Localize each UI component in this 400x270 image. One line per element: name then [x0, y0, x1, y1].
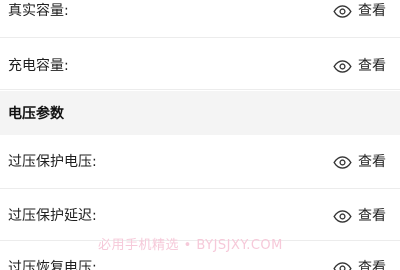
overvoltage-protection-voltage-label: 过压保护电压:	[8, 154, 97, 170]
voltage-params-section-header: 电压参数	[0, 91, 400, 135]
view-label: 查看	[358, 3, 386, 19]
eye-icon	[333, 261, 352, 270]
eye-icon	[333, 59, 352, 73]
row-real-capacity: 真实容量: 查看	[0, 0, 400, 38]
watermark-text: 必用手机精选 • BYJSJXY.COM	[98, 238, 283, 253]
view-label: 查看	[358, 208, 386, 224]
view-overvoltage-protection-voltage-button[interactable]: 查看	[333, 154, 386, 170]
view-label: 查看	[358, 58, 386, 74]
section-title: 电压参数	[8, 106, 64, 122]
row-charge-capacity: 充电容量: 查看	[0, 38, 400, 90]
battery-info-page: 真实容量: 查看 充电容量: 查看 电压参数 过压保护电压: 查看 过压保护延迟…	[0, 0, 400, 270]
real-capacity-label: 真实容量:	[8, 3, 69, 19]
view-overvoltage-recovery-voltage-button[interactable]: 查看	[333, 260, 386, 270]
row-overvoltage-protection-voltage: 过压保护电压: 查看	[0, 135, 400, 189]
eye-icon	[333, 4, 352, 18]
view-label: 查看	[358, 260, 386, 270]
eye-icon	[333, 155, 352, 169]
view-overvoltage-protection-delay-button[interactable]: 查看	[333, 208, 386, 224]
charge-capacity-label: 充电容量:	[8, 58, 69, 74]
view-label: 查看	[358, 154, 386, 170]
overvoltage-protection-delay-label: 过压保护延迟:	[8, 208, 97, 224]
view-real-capacity-button[interactable]: 查看	[333, 3, 386, 19]
row-overvoltage-protection-delay: 过压保护延迟: 查看	[0, 189, 400, 241]
view-charge-capacity-button[interactable]: 查看	[333, 58, 386, 74]
eye-icon	[333, 209, 352, 223]
overvoltage-recovery-voltage-label: 过压恢复电压:	[8, 260, 97, 270]
